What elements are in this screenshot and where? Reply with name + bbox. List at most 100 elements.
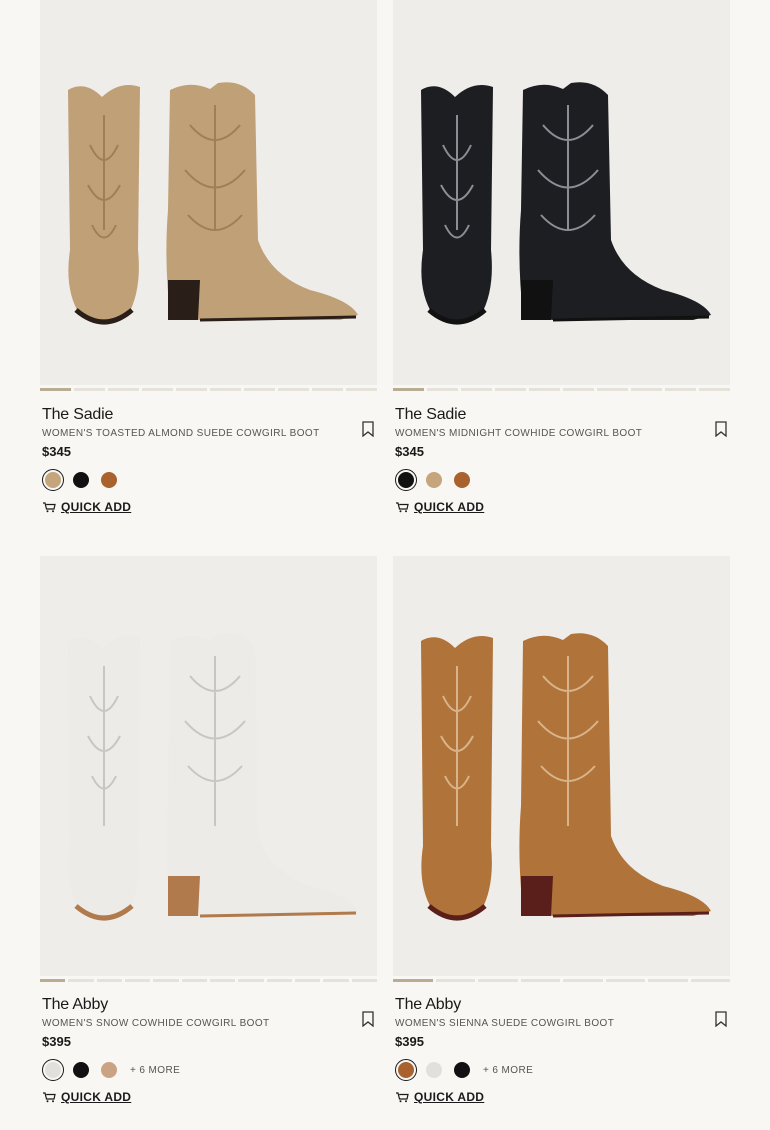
carousel-dot[interactable] [210,388,241,391]
carousel-dot[interactable] [294,979,321,982]
front-boot [68,635,140,921]
product-title[interactable]: The Abby [42,996,375,1014]
color-swatch-fill [73,472,89,488]
quick-add-label[interactable]: QUICK ADD [61,500,131,514]
carousel-dot[interactable] [68,979,94,982]
carousel-dot[interactable] [266,979,292,982]
quick-add-button[interactable]: QUICK ADD [395,500,728,514]
carousel-dot[interactable] [142,388,173,391]
color-swatch[interactable] [451,1059,473,1081]
carousel-dot[interactable] [209,979,236,982]
carousel-dot[interactable] [435,979,475,982]
side-boot [166,82,358,322]
product-title[interactable]: The Abby [395,996,728,1014]
carousel-dot[interactable] [495,388,526,391]
carousel-dot[interactable] [393,979,433,982]
carousel-dot[interactable] [74,388,105,391]
color-swatch[interactable] [70,1059,92,1081]
more-colors-link[interactable]: + 6 MORE [483,1065,533,1076]
carousel-dot[interactable] [181,979,207,982]
carousel-dot[interactable] [40,388,71,391]
carousel-dot[interactable] [690,979,730,982]
product-card[interactable]: The Sadie WOMEN'S MIDNIGHT COWHIDE COWGI… [393,0,730,514]
product-image[interactable] [393,0,730,385]
carousel-dot[interactable] [605,979,645,982]
carousel-dot[interactable] [96,979,122,982]
carousel-dot[interactable] [40,979,66,982]
color-swatch[interactable] [395,1059,417,1081]
carousel-dot[interactable] [563,979,603,982]
product-subtitle: WOMEN'S TOASTED ALMOND SUEDE COWGIRL BOO… [42,428,320,439]
color-swatch-fill [398,1062,414,1078]
carousel-dot[interactable] [153,979,179,982]
boot-illustration [68,82,358,325]
carousel-dot[interactable] [393,388,424,391]
bookmark-icon[interactable] [361,421,375,437]
color-swatch-fill [45,472,61,488]
carousel-dot[interactable] [478,979,518,982]
boot-illustration [68,633,358,921]
bookmark-icon[interactable] [361,1011,375,1027]
color-swatch[interactable] [42,1059,64,1081]
quick-add-button[interactable]: QUICK ADD [395,1090,728,1104]
carousel-dot[interactable] [699,388,730,391]
quick-add-button[interactable]: QUICK ADD [42,500,375,514]
product-image[interactable] [40,556,377,976]
carousel-dot[interactable] [124,979,151,982]
color-swatch[interactable] [423,1059,445,1081]
carousel-dot[interactable] [323,979,349,982]
side-boot [166,633,358,918]
color-swatch[interactable] [98,469,120,491]
quick-add-label[interactable]: QUICK ADD [61,1090,131,1104]
carousel-dot[interactable] [238,979,264,982]
carousel-dot[interactable] [244,388,275,391]
bookmark-icon[interactable] [714,421,728,437]
carousel-dot[interactable] [597,388,628,391]
carousel-dot[interactable] [427,388,458,391]
carousel-dot[interactable] [461,388,492,391]
color-swatch[interactable] [395,469,417,491]
carousel-dot[interactable] [346,388,377,391]
carousel-dot[interactable] [631,388,662,391]
color-swatches [42,469,375,491]
image-carousel-indicator [393,388,730,391]
product-title[interactable]: The Sadie [42,406,375,424]
color-swatch-fill [398,472,414,488]
product-title[interactable]: The Sadie [395,406,728,424]
product-image[interactable] [40,0,377,385]
color-swatch[interactable] [42,469,64,491]
product-card[interactable]: The Abby WOMEN'S SIENNA SUEDE COWGIRL BO… [393,556,730,1104]
product-card[interactable]: The Abby WOMEN'S SNOW COWHIDE COWGIRL BO… [40,556,377,1104]
carousel-dot[interactable] [529,388,560,391]
color-swatch-fill [426,472,442,488]
front-boot [421,635,493,921]
carousel-dot[interactable] [312,388,343,391]
carousel-dot[interactable] [278,388,309,391]
carousel-dot[interactable] [563,388,594,391]
color-swatch[interactable] [70,469,92,491]
front-boot [421,84,493,325]
product-price: $395 [395,1034,424,1049]
quick-add-button[interactable]: QUICK ADD [42,1090,375,1104]
quick-add-label[interactable]: QUICK ADD [414,500,484,514]
boot-illustration [421,633,711,921]
carousel-dot[interactable] [520,979,560,982]
color-swatch[interactable] [98,1059,120,1081]
carousel-dot[interactable] [176,388,207,391]
product-image[interactable] [393,556,730,976]
quick-add-label[interactable]: QUICK ADD [414,1090,484,1104]
carousel-dot[interactable] [665,388,696,391]
carousel-dot[interactable] [108,388,139,391]
bookmark-icon[interactable] [714,1011,728,1027]
color-swatch-fill [101,472,117,488]
color-swatches: + 6 MORE [42,1059,375,1081]
carousel-dot[interactable] [648,979,688,982]
color-swatch[interactable] [423,469,445,491]
cart-icon [43,1091,56,1102]
cart-icon [43,501,56,512]
more-colors-link[interactable]: + 6 MORE [130,1065,180,1076]
carousel-dot[interactable] [351,979,377,982]
color-swatch-fill [73,1062,89,1078]
color-swatch[interactable] [451,469,473,491]
product-card[interactable]: The Sadie WOMEN'S TOASTED ALMOND SUEDE C… [40,0,377,514]
